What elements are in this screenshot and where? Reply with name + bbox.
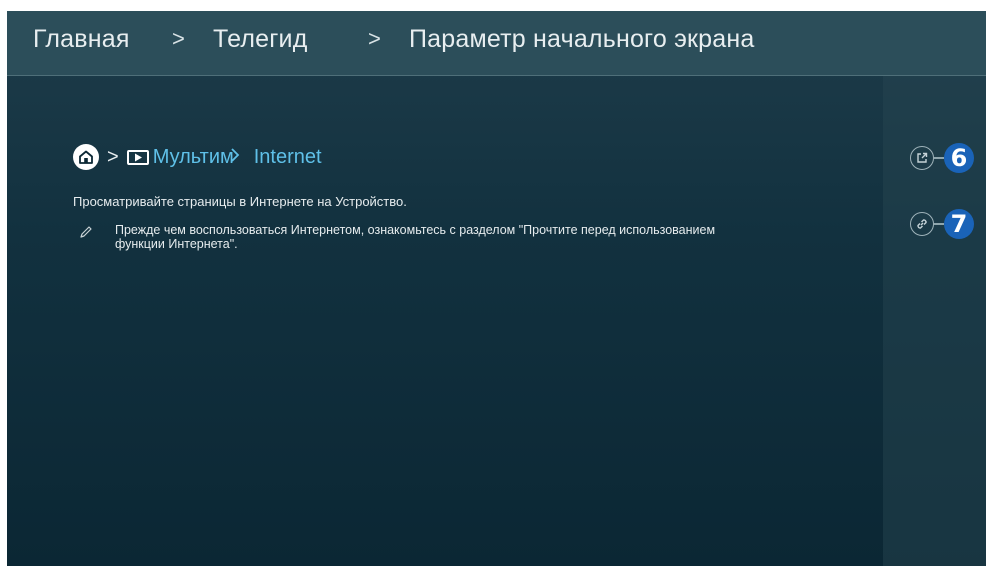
- path-item-internet[interactable]: Internet: [254, 146, 322, 169]
- badge-7: 7: [944, 209, 974, 239]
- tv-screen: Главная > Телегид > Параметр начального …: [7, 11, 986, 566]
- description-text: Просматривайте страницы в Интернете на У…: [73, 194, 407, 209]
- connector-line: [934, 223, 944, 225]
- breadcrumb-home-screen-option[interactable]: Параметр начального экрана: [409, 25, 754, 54]
- breadcrumb-home[interactable]: Главная: [33, 25, 130, 54]
- menu-path: > Мультим Internet: [73, 143, 322, 171]
- side-button-link[interactable]: 7: [910, 209, 974, 239]
- breadcrumb-separator: >: [172, 26, 185, 51]
- note: Прежде чем воспользоваться Интернетом, о…: [79, 223, 735, 251]
- path-separator-icon: [230, 146, 240, 169]
- side-button-external-link[interactable]: 6: [910, 143, 974, 173]
- path-separator: >: [107, 145, 119, 168]
- connector-line: [934, 157, 944, 159]
- link-icon[interactable]: [910, 212, 934, 236]
- path-item-media[interactable]: Мультим: [153, 146, 234, 169]
- pencil-icon: [79, 225, 93, 239]
- breadcrumb-separator: >: [368, 26, 381, 51]
- badge-6: 6: [944, 143, 974, 173]
- media-play-icon: [126, 149, 149, 165]
- breadcrumb-tv-guide[interactable]: Телегид: [213, 25, 308, 54]
- home-icon[interactable]: [73, 144, 99, 170]
- external-link-icon[interactable]: [910, 146, 934, 170]
- note-text: Прежде чем воспользоваться Интернетом, о…: [115, 223, 716, 251]
- header-bar: Главная > Телегид > Параметр начального …: [7, 11, 986, 76]
